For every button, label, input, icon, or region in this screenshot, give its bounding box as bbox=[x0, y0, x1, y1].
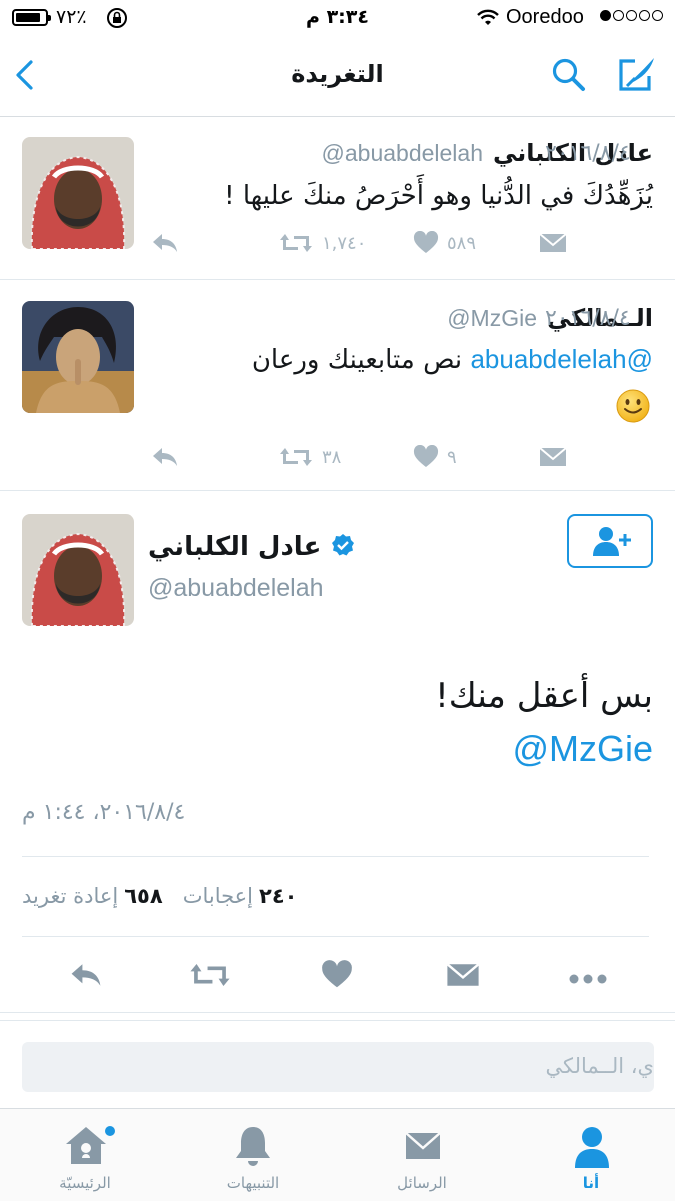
divider bbox=[22, 856, 649, 857]
author-name[interactable]: عادل الكلباني bbox=[148, 532, 321, 562]
tab-label: الرئيسيّة bbox=[59, 1174, 111, 1192]
tab-label: التنبيهات bbox=[226, 1174, 280, 1192]
dm-icon[interactable] bbox=[538, 231, 568, 255]
dm-icon[interactable] bbox=[538, 445, 568, 469]
user-icon bbox=[575, 1127, 609, 1168]
reply-icon[interactable] bbox=[68, 960, 104, 994]
reply-input[interactable]: ي، الــمالكي bbox=[22, 1042, 654, 1092]
like-count: ٥٨٩ bbox=[447, 232, 477, 254]
reply-placeholder: ي، الــمالكي bbox=[545, 1054, 654, 1078]
tweet-date: ٢٠١٦/٨/٤ bbox=[545, 141, 631, 166]
search-icon[interactable] bbox=[550, 56, 588, 98]
tweet-text: بس أعقل منك! bbox=[435, 676, 653, 716]
compose-icon[interactable] bbox=[615, 54, 659, 100]
like-count: ٩ bbox=[447, 446, 457, 468]
author-handle[interactable]: @abuabdelelah bbox=[148, 574, 324, 603]
tab-home[interactable]: الرئيسيّة bbox=[30, 1108, 140, 1200]
nav-bar: التغريدة bbox=[0, 36, 675, 117]
dm-icon[interactable] bbox=[445, 960, 481, 994]
author-handle[interactable]: @MzGie bbox=[447, 305, 537, 332]
likes-label[interactable]: إعجابات bbox=[183, 884, 253, 908]
avatar[interactable] bbox=[22, 514, 134, 626]
reply-icon[interactable] bbox=[150, 445, 180, 469]
tab-label: الرسائل bbox=[397, 1174, 447, 1192]
retweet-button[interactable]: ٣٨ bbox=[278, 445, 341, 469]
reply-icon[interactable] bbox=[150, 231, 180, 255]
add-user-icon bbox=[593, 527, 631, 556]
tweet-text: نص متابعينك ورعان bbox=[251, 345, 463, 375]
wifi-icon bbox=[476, 8, 500, 32]
retweet-count: ٣٨ bbox=[322, 446, 342, 468]
retweet-count: ١,٧٤٠ bbox=[322, 232, 367, 254]
heart-icon bbox=[413, 445, 439, 467]
status-bar: ٧٢٪ ٣:٣٤ م Ooredoo bbox=[0, 0, 675, 36]
tweet-text: يُزَهِّدُكَ في الدُّنيا وهو أَحْرَصُ منك… bbox=[224, 181, 653, 211]
likes-count[interactable]: ٢٤٠ bbox=[259, 884, 297, 908]
retweet-icon[interactable] bbox=[188, 960, 232, 994]
tab-me[interactable]: أنا bbox=[536, 1108, 646, 1200]
tweet-date: ٢٠١٦/٨/٤ bbox=[545, 306, 631, 331]
retweets-label[interactable]: إعادة تغريد bbox=[22, 884, 118, 908]
follow-button[interactable] bbox=[567, 514, 653, 568]
retweets-count[interactable]: ٦٥٨ bbox=[124, 884, 162, 908]
mail-icon bbox=[405, 1132, 441, 1159]
more-icon[interactable] bbox=[568, 970, 608, 989]
divider bbox=[0, 1012, 675, 1013]
tab-label: أنا bbox=[582, 1174, 600, 1192]
tab-notifications[interactable]: التنبيهات bbox=[198, 1108, 308, 1200]
tweet-item[interactable]: عادل الكلباني @abuabdelelah ٢٠١٦/٨/٤ يُز… bbox=[0, 117, 675, 280]
divider bbox=[0, 1020, 675, 1021]
like-button[interactable]: ٩ bbox=[413, 445, 457, 469]
like-button[interactable]: ٥٨٩ bbox=[413, 231, 476, 255]
carrier-name: Ooredoo bbox=[506, 6, 584, 28]
author-handle[interactable]: @abuabdelelah bbox=[322, 140, 483, 167]
retweet-icon bbox=[280, 448, 312, 466]
divider bbox=[22, 936, 649, 937]
avatar[interactable] bbox=[22, 137, 134, 249]
heart-icon[interactable] bbox=[321, 960, 353, 994]
tab-messages[interactable]: الرسائل bbox=[367, 1108, 477, 1200]
home-icon bbox=[66, 1127, 106, 1164]
signal-icon bbox=[600, 10, 663, 21]
heart-icon bbox=[413, 231, 439, 253]
smile-emoji bbox=[615, 388, 651, 428]
retweet-icon bbox=[280, 234, 312, 252]
mention-link[interactable]: @MzGie bbox=[512, 728, 653, 770]
mention-link[interactable]: @abuabdelelah bbox=[470, 344, 653, 374]
avatar[interactable] bbox=[22, 301, 134, 413]
verified-icon bbox=[331, 533, 355, 561]
retweet-button[interactable]: ١,٧٤٠ bbox=[278, 231, 366, 255]
tweet-stats: ٢٤٠ إعجابات ٦٥٨ إعادة تغريد bbox=[22, 884, 297, 908]
notification-dot bbox=[105, 1126, 115, 1136]
tweet-item[interactable]: الــمالكي @MzGie ٢٠١٦/٨/٤ @abuabdelelah … bbox=[0, 280, 675, 491]
bell-icon bbox=[236, 1127, 270, 1166]
tweet-timestamp: ٢٠١٦/٨/٤، ١:٤٤ م bbox=[22, 800, 186, 825]
